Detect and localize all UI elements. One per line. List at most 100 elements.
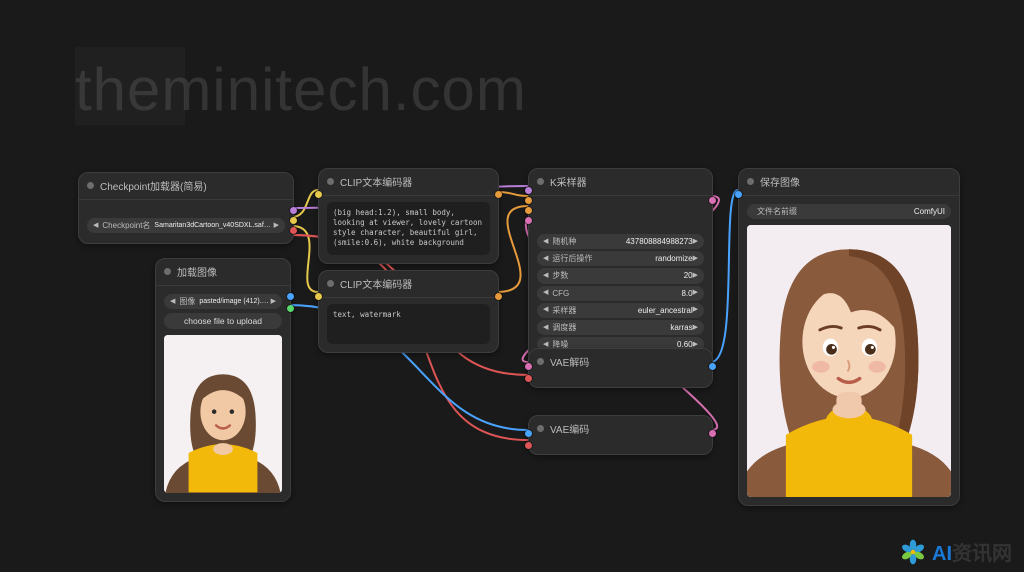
node-save-image[interactable]: 保存图像 文件名前缀 ComfyUI xyxy=(738,168,960,506)
node-header[interactable]: Checkpoint加载器(简易) xyxy=(79,173,293,200)
port-clip-in[interactable] xyxy=(315,191,322,198)
input-image-preview xyxy=(164,335,282,492)
param-label: CFG xyxy=(552,288,569,299)
node-header[interactable]: VAE解码 xyxy=(529,349,712,375)
node-checkpoint-loader[interactable]: Checkpoint加载器(简易) ◀ Checkpoint名 Samarita… xyxy=(78,172,294,244)
param-value: euler_ancestral xyxy=(580,305,692,316)
filename-prefix-field[interactable]: 文件名前缀 ComfyUI xyxy=(747,204,951,219)
chevron-right-icon: ▶ xyxy=(271,297,276,307)
chevron-right-icon: ▶ xyxy=(693,288,698,298)
node-title: CLIP文本编码器 xyxy=(340,276,412,291)
chevron-left-icon: ◀ xyxy=(93,221,98,231)
node-clip-text-encode-positive[interactable]: CLIP文本编码器 (big head:1.2), small body, lo… xyxy=(318,168,499,264)
ksampler-param-row[interactable]: ◀ 步数 20▶ xyxy=(537,268,704,283)
chevron-right-icon: ▶ xyxy=(693,305,698,315)
node-title: CLIP文本编码器 xyxy=(340,174,412,189)
port-mask-out[interactable] xyxy=(287,305,294,312)
port-vae-in[interactable] xyxy=(525,442,532,449)
chevron-left-icon: ◀ xyxy=(543,254,548,264)
port-vae-out[interactable] xyxy=(290,227,297,234)
param-label: 调度器 xyxy=(552,322,576,333)
port-clip-out[interactable] xyxy=(290,217,297,224)
chevron-left-icon: ◀ xyxy=(170,297,175,307)
chevron-left-icon: ◀ xyxy=(543,305,548,315)
port-image-out[interactable] xyxy=(287,293,294,300)
brand-text-ai: AI xyxy=(932,543,952,565)
param-value: 8.0 xyxy=(573,288,692,299)
ksampler-param-row[interactable]: ◀ CFG 8.0▶ xyxy=(537,286,704,301)
node-graph-canvas[interactable]: theminitech.com Checkpoint加载器(简易) ◀ Chec… xyxy=(0,0,1024,572)
port-images-in[interactable] xyxy=(735,191,742,198)
port-model-out[interactable] xyxy=(290,207,297,214)
brand-star-icon xyxy=(900,539,926,565)
param-label: 采样器 xyxy=(552,305,576,316)
chevron-right-icon: ▶ xyxy=(693,323,698,333)
node-header[interactable]: CLIP文本编码器 xyxy=(319,169,498,196)
collapse-dot-icon[interactable] xyxy=(747,178,754,185)
node-header[interactable]: 加载图像 xyxy=(156,259,290,286)
node-vae-decode[interactable]: VAE解码 xyxy=(528,348,713,388)
param-value: randomize xyxy=(596,253,692,264)
port-vae-in[interactable] xyxy=(525,375,532,382)
node-title: Checkpoint加载器(简易) xyxy=(100,178,207,193)
node-clip-text-encode-negative[interactable]: CLIP文本编码器 text, watermark xyxy=(318,270,499,353)
chevron-left-icon: ◀ xyxy=(543,288,548,298)
output-image-preview xyxy=(747,225,951,497)
ksampler-param-row[interactable]: ◀ 调度器 karras▶ xyxy=(537,320,704,335)
node-load-image[interactable]: 加载图像 ◀ 图像 pasted/image (412).png ▶ choos… xyxy=(155,258,291,502)
ksampler-param-row[interactable]: ◀ 采样器 euler_ancestral▶ xyxy=(537,303,704,318)
port-clip-in[interactable] xyxy=(315,293,322,300)
collapse-dot-icon[interactable] xyxy=(327,178,334,185)
collapse-dot-icon[interactable] xyxy=(164,268,171,275)
port-latent-out[interactable] xyxy=(709,197,716,204)
port-conditioning-out[interactable] xyxy=(495,191,502,198)
port-image-out[interactable] xyxy=(709,363,716,370)
port-samples-in[interactable] xyxy=(525,363,532,370)
node-vae-encode[interactable]: VAE编码 xyxy=(528,415,713,455)
checkpoint-name-field[interactable]: ◀ Checkpoint名 Samaritan3dCartoon_v40SDXL… xyxy=(87,218,285,233)
chevron-left-icon: ◀ xyxy=(543,323,548,333)
chevron-right-icon: ▶ xyxy=(274,221,279,231)
ksampler-param-row[interactable]: ◀ 运行后操作 randomize▶ xyxy=(537,251,704,266)
collapse-dot-icon[interactable] xyxy=(537,425,544,432)
port-latent-out[interactable] xyxy=(709,430,716,437)
node-ksampler[interactable]: K采样器 ◀随机种437808884988273▶◀运行后操作randomize… xyxy=(528,168,713,363)
collapse-dot-icon[interactable] xyxy=(87,182,94,189)
node-header[interactable]: VAE编码 xyxy=(529,416,712,442)
node-title: 加载图像 xyxy=(177,264,217,279)
prompt-textarea[interactable]: text, watermark xyxy=(327,304,490,344)
param-value: 20 xyxy=(572,270,692,281)
image-file-field[interactable]: ◀ 图像 pasted/image (412).png ▶ xyxy=(164,294,282,309)
port-pixels-in[interactable] xyxy=(525,430,532,437)
param-value: karras xyxy=(580,322,692,333)
collapse-dot-icon[interactable] xyxy=(537,178,544,185)
ksampler-param-row[interactable]: ◀ 随机种 437808884988273▶ xyxy=(537,234,704,249)
port-latent-in[interactable] xyxy=(525,217,532,224)
chevron-right-icon: ▶ xyxy=(693,254,698,264)
port-conditioning-out[interactable] xyxy=(495,293,502,300)
watermark-text: theminitech.com xyxy=(75,55,527,124)
brand-text-rest: 资讯网 xyxy=(952,543,1012,565)
param-label: 步数 xyxy=(552,270,568,281)
port-negative-in[interactable] xyxy=(525,207,532,214)
node-title: VAE解码 xyxy=(550,354,589,369)
param-label: 随机种 xyxy=(552,236,576,247)
site-brand-logo: AI资讯网 xyxy=(900,537,1012,566)
param-label: 运行后操作 xyxy=(552,253,592,264)
param-value: 437808884988273 xyxy=(580,236,692,247)
node-header[interactable]: K采样器 xyxy=(529,169,712,196)
node-title: K采样器 xyxy=(550,174,587,189)
collapse-dot-icon[interactable] xyxy=(327,280,334,287)
chevron-right-icon: ▶ xyxy=(693,271,698,281)
node-header[interactable]: CLIP文本编码器 xyxy=(319,271,498,298)
chevron-left-icon: ◀ xyxy=(543,237,548,247)
collapse-dot-icon[interactable] xyxy=(537,358,544,365)
chevron-left-icon: ◀ xyxy=(543,271,548,281)
node-header[interactable]: 保存图像 xyxy=(739,169,959,196)
chevron-right-icon: ▶ xyxy=(693,237,698,247)
node-title: 保存图像 xyxy=(760,174,800,189)
port-model-in[interactable] xyxy=(525,187,532,194)
port-positive-in[interactable] xyxy=(525,197,532,204)
prompt-textarea[interactable]: (big head:1.2), small body, looking at v… xyxy=(327,202,490,255)
choose-file-button[interactable]: choose file to upload xyxy=(164,313,282,329)
